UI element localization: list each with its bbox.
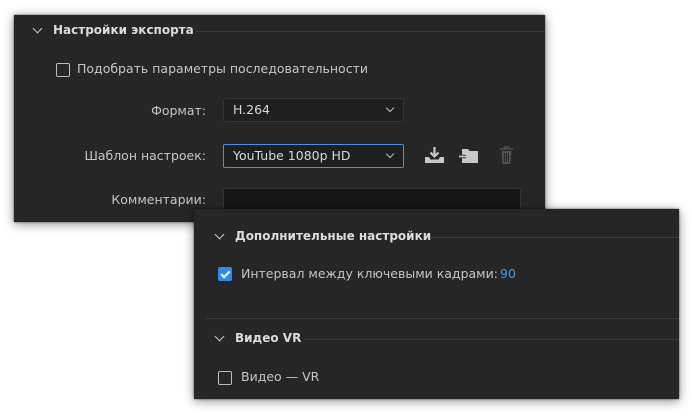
advanced-settings-panel: Дополнительные настройки Интервал между … bbox=[194, 209, 679, 399]
section-divider bbox=[430, 237, 679, 238]
keyframe-interval-checkbox[interactable] bbox=[218, 267, 232, 281]
preset-dropdown[interactable]: YouTube 1080p HD bbox=[223, 144, 404, 168]
advanced-settings-title: Дополнительные настройки bbox=[235, 229, 432, 243]
section-divider bbox=[304, 339, 679, 340]
vr-video-label: Видео — VR bbox=[241, 369, 320, 384]
section-divider bbox=[196, 31, 545, 32]
preset-label: Шаблон настроек: bbox=[84, 148, 206, 163]
format-label: Формат: bbox=[151, 103, 206, 118]
vr-video-title: Видео VR bbox=[235, 331, 302, 345]
chevron-down-icon[interactable] bbox=[214, 331, 225, 341]
comments-label: Комментарии: bbox=[111, 192, 206, 207]
match-sequence-checkbox[interactable] bbox=[56, 63, 70, 77]
format-value: H.264 bbox=[233, 102, 271, 117]
chevron-down-icon bbox=[385, 103, 395, 113]
keyframe-interval-value[interactable]: 90 bbox=[500, 266, 516, 281]
advanced-settings-header[interactable]: Дополнительные настройки bbox=[214, 229, 432, 243]
comments-input[interactable] bbox=[223, 188, 521, 211]
export-settings-panel: Настройки экспорта Подобрать параметры п… bbox=[14, 15, 545, 222]
keyframe-interval-label: Интервал между ключевыми кадрами: bbox=[241, 266, 498, 281]
export-settings-title: Настройки экспорта bbox=[53, 23, 194, 37]
export-settings-header[interactable]: Настройки экспорта bbox=[32, 23, 194, 37]
delete-preset-icon[interactable] bbox=[499, 146, 514, 165]
import-preset-icon[interactable] bbox=[459, 147, 480, 164]
chevron-down-icon[interactable] bbox=[32, 23, 43, 33]
preset-value: YouTube 1080p HD bbox=[233, 148, 351, 163]
vr-video-checkbox[interactable] bbox=[218, 371, 232, 385]
format-dropdown[interactable]: H.264 bbox=[223, 98, 404, 122]
panel-divider bbox=[206, 318, 679, 319]
match-sequence-label: Подобрать параметры последовательности bbox=[77, 61, 368, 76]
save-preset-icon[interactable] bbox=[424, 146, 445, 165]
chevron-down-icon bbox=[385, 149, 395, 159]
chevron-down-icon[interactable] bbox=[214, 229, 225, 239]
vr-video-header[interactable]: Видео VR bbox=[214, 331, 302, 345]
